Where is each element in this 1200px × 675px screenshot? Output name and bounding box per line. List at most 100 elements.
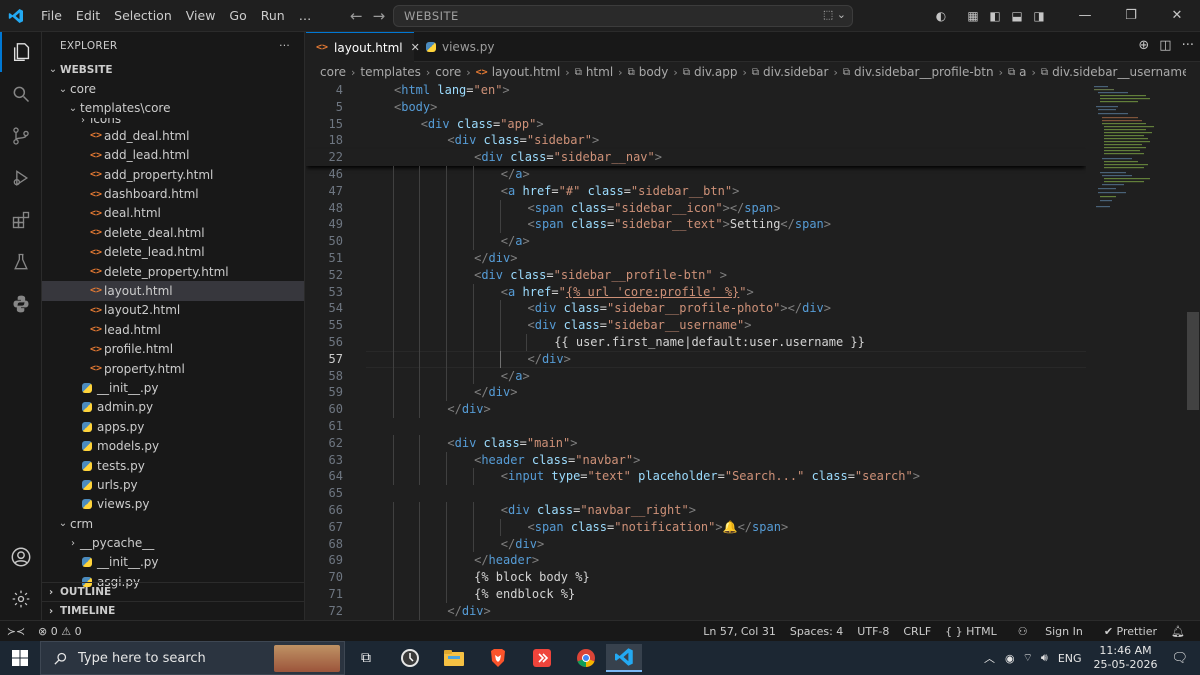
timeline-section[interactable]: › TIMELINE: [42, 601, 304, 620]
code-line[interactable]: 67 <span class="notification">🔔</span>: [306, 518, 1086, 536]
language-mode[interactable]: { } HTML: [938, 625, 1004, 638]
menu-file[interactable]: File: [34, 0, 69, 32]
close-window-icon[interactable]: ✕: [1154, 0, 1200, 32]
code-line[interactable]: 52 <div class="sidebar__profile-btn" >: [306, 266, 1086, 284]
python-icon[interactable]: [0, 284, 42, 324]
code-line[interactable]: 64 <input type="text" placeholder="Search…: [306, 468, 1086, 486]
tree-item[interactable]: ⌄ core: [42, 79, 304, 98]
tree-item[interactable]: <> add_deal.html: [42, 126, 304, 145]
tree-item[interactable]: <> delete_deal.html: [42, 223, 304, 242]
breadcrumb-item[interactable]: html: [586, 65, 613, 79]
tree-root-website[interactable]: ⌄ WEBSITE: [42, 60, 304, 79]
command-center-search[interactable]: WEBSITE ⬚ ⌄: [393, 5, 853, 27]
remote-icon[interactable]: ≻≺: [0, 625, 32, 638]
code-line[interactable]: 54 <div class="sidebar__profile-photo"></…: [306, 300, 1086, 318]
tree-item[interactable]: <> layout.html: [42, 281, 304, 301]
tree-item[interactable]: <> lead.html: [42, 320, 304, 339]
customize-layout-icon[interactable]: ▦: [962, 9, 984, 23]
code-line[interactable]: 71 {% endblock %}: [306, 585, 1086, 603]
task-view-icon[interactable]: ⧉: [348, 644, 384, 672]
code-line[interactable]: 18 <div class="sidebar">: [306, 132, 1086, 150]
minimize-window-icon[interactable]: —: [1062, 0, 1108, 32]
tray-chevron-up-icon[interactable]: ︿: [984, 650, 995, 666]
code-line[interactable]: 62 <div class="main">: [306, 434, 1086, 452]
code-line[interactable]: 22 <div class="sidebar__nav">: [306, 149, 1086, 166]
copilot-icon[interactable]: ⬚ ⌄: [823, 8, 846, 21]
code-line[interactable]: 46 </a>: [306, 165, 1086, 183]
menu-view[interactable]: View: [179, 0, 223, 32]
explorer-more-icon[interactable]: ···: [279, 40, 290, 52]
code-line[interactable]: 60 </div>: [306, 401, 1086, 418]
breadcrumb-item[interactable]: div.sidebar__username: [1052, 65, 1186, 79]
breadcrumb-item[interactable]: templates: [360, 65, 420, 79]
more-actions-icon[interactable]: ···: [1182, 38, 1194, 53]
code-line[interactable]: 51 </div>: [306, 249, 1086, 267]
breadcrumb-item[interactable]: div.app: [694, 65, 738, 79]
code-line[interactable]: 15 <div class="app">: [306, 115, 1086, 133]
menu-more[interactable]: …: [292, 0, 319, 32]
explorer-icon[interactable]: [0, 32, 42, 72]
code-line[interactable]: 68 </div>: [306, 535, 1086, 553]
wifi-icon[interactable]: ⌔: [1023, 651, 1033, 665]
code-line[interactable]: 69 </header>: [306, 552, 1086, 570]
tree-item[interactable]: __init__.py: [42, 553, 304, 572]
code-line[interactable]: 49 <span class="sidebar__text">Setting</s…: [306, 216, 1086, 234]
code-line[interactable]: 63 <header class="navbar">: [306, 451, 1086, 469]
code-line[interactable]: 55 <div class="sidebar__username">: [306, 317, 1086, 334]
breadcrumb-item[interactable]: div.sidebar: [763, 65, 828, 79]
menu-edit[interactable]: Edit: [69, 0, 107, 32]
toggle-panel-icon[interactable]: ⬓: [1006, 9, 1028, 23]
code-line[interactable]: 70 {% block body %}: [306, 569, 1086, 586]
tree-item[interactable]: <> layout2.html: [42, 301, 304, 320]
copilot-status-icon[interactable]: ◐: [930, 9, 952, 23]
encoding[interactable]: UTF-8: [850, 625, 896, 638]
language-indicator[interactable]: ENG: [1058, 652, 1082, 665]
taskbar-search-box[interactable]: Type here to search: [40, 641, 345, 675]
tree-item[interactable]: <> dashboard.html: [42, 184, 304, 203]
tree-item[interactable]: › icons: [42, 118, 304, 126]
tree-item[interactable]: apps.py: [42, 417, 304, 436]
code-line[interactable]: 72 </div>: [306, 602, 1086, 620]
accounts-icon[interactable]: [0, 537, 42, 577]
brave-browser-icon[interactable]: [480, 644, 516, 672]
sign-in[interactable]: ⚇ Sign In: [1004, 625, 1097, 638]
breadcrumb-item[interactable]: body: [639, 65, 669, 79]
copilot-tray-icon[interactable]: ◉: [1005, 652, 1015, 665]
tree-item[interactable]: › __pycache__: [42, 533, 304, 552]
tree-item[interactable]: views.py: [42, 495, 304, 514]
chrome-icon[interactable]: [568, 644, 604, 672]
code-line[interactable]: 47 <a href="#" class="sidebar__btn">: [306, 182, 1086, 200]
extensions-icon[interactable]: [0, 200, 42, 240]
forward-arrow-icon[interactable]: →: [373, 7, 386, 25]
vscode-taskbar-icon[interactable]: [606, 644, 642, 672]
editor-scrollbar[interactable]: [1186, 82, 1200, 620]
breadcrumb-item[interactable]: core: [435, 65, 461, 79]
prettier-status[interactable]: ✔ Prettier: [1097, 625, 1164, 638]
tree-item[interactable]: <> profile.html: [42, 339, 304, 358]
code-line[interactable]: 56 {{ user.first_name|default:user.userna…: [306, 333, 1086, 351]
toggle-primary-sidebar-icon[interactable]: ◧: [984, 9, 1006, 23]
anydesk-icon[interactable]: [524, 644, 560, 672]
restore-window-icon[interactable]: ❐: [1108, 0, 1154, 32]
source-control-icon[interactable]: [0, 116, 42, 156]
code-line[interactable]: 4 <html lang="en">: [306, 82, 1086, 99]
code-line[interactable]: 53 <a href="{% url 'core:profile' %}">: [306, 283, 1086, 301]
toggle-secondary-sidebar-icon[interactable]: ◨: [1028, 9, 1050, 23]
tree-item[interactable]: urls.py: [42, 475, 304, 494]
windows-start-icon[interactable]: [0, 641, 40, 675]
outline-section[interactable]: › OUTLINE: [42, 582, 304, 601]
tree-item[interactable]: ⌄ templates\core: [42, 99, 304, 118]
code-line[interactable]: 48 <span class="sidebar__icon"></span>: [306, 199, 1086, 217]
volume-icon[interactable]: 🔊︎: [1041, 651, 1048, 665]
code-line[interactable]: 58 </a>: [306, 367, 1086, 385]
tree-item[interactable]: <> delete_property.html: [42, 262, 304, 281]
breadcrumb-item[interactable]: core: [320, 65, 346, 79]
back-arrow-icon[interactable]: ←: [350, 7, 363, 25]
clock-app-icon[interactable]: [392, 644, 428, 672]
end-of-line[interactable]: CRLF: [896, 625, 938, 638]
notification-center-icon[interactable]: 🗨︎: [1171, 651, 1188, 666]
code-line[interactable]: 57 </div>: [306, 350, 1086, 368]
indentation[interactable]: Spaces: 4: [783, 625, 850, 638]
code-line[interactable]: 50 </a>: [306, 233, 1086, 250]
run-debug-icon[interactable]: [0, 158, 42, 198]
